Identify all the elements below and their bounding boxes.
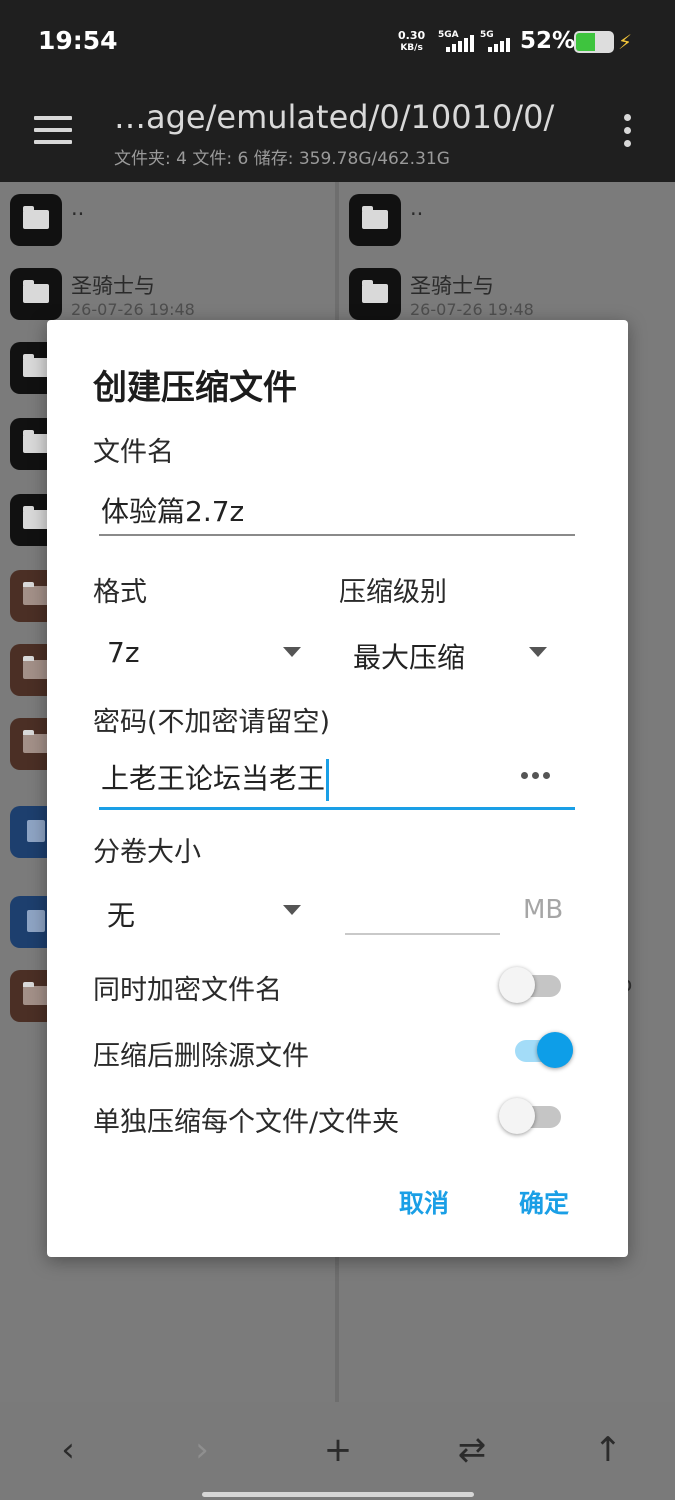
password-text: 上老王论坛当老王 — [101, 762, 326, 795]
format-dropdown-icon[interactable] — [283, 647, 301, 657]
network-speed-value: 0.30 — [398, 29, 426, 42]
password-visibility-icon[interactable] — [521, 772, 550, 779]
password-underline — [99, 807, 575, 810]
battery-icon — [574, 31, 614, 53]
folder-icon — [349, 194, 401, 246]
filename-label: 文件名 — [93, 437, 174, 468]
filename-underline — [99, 534, 575, 536]
status-bar: 19:54 0.30 KB/s 5GA 5G 52% ⚡ — [0, 0, 675, 86]
folder-icon — [10, 194, 62, 246]
file-name: 圣骑士与 — [410, 274, 494, 298]
file-date: 26-07-26 19:48 — [71, 300, 195, 319]
network-speed-unit: KB/s — [400, 43, 423, 53]
gesture-handle — [202, 1492, 474, 1497]
format-label: 格式 — [93, 577, 147, 608]
battery-percent: 52% — [520, 28, 576, 54]
swap-panes-icon[interactable]: ⇄ — [442, 1430, 502, 1470]
split-size-dropdown-icon[interactable] — [283, 905, 301, 915]
ok-button[interactable]: 确定 — [519, 1184, 569, 1220]
menu-icon[interactable] — [34, 116, 72, 144]
filename-input[interactable]: 体验篇2.7z — [101, 490, 244, 530]
cancel-button[interactable]: 取消 — [399, 1184, 449, 1220]
file-name: 圣骑士与 — [71, 274, 155, 298]
split-size-unit: MB — [523, 895, 564, 925]
forward-icon[interactable]: › — [172, 1430, 232, 1470]
file-date: 26-07-26 19:48 — [410, 300, 534, 319]
dialog-title: 创建压缩文件 — [93, 368, 297, 408]
app-toolbar: …age/emulated/0/10010/0/ 文件夹: 4 文件: 6 储存… — [0, 86, 675, 182]
current-path[interactable]: …age/emulated/0/10010/0/ — [114, 98, 554, 136]
separate-archives-toggle[interactable] — [499, 1096, 563, 1136]
password-label: 密码(不加密请留空) — [93, 707, 331, 738]
separate-archives-label: 单独压缩每个文件/文件夹 — [93, 1107, 400, 1138]
file-name: .. — [71, 196, 85, 220]
split-size-select[interactable]: 无 — [107, 894, 135, 934]
delete-source-label: 压缩后删除源文件 — [93, 1041, 309, 1072]
folder-icon — [349, 268, 401, 320]
more-options-icon[interactable] — [624, 114, 634, 154]
encrypt-names-label: 同时加密文件名 — [93, 975, 282, 1006]
compression-level-dropdown-icon[interactable] — [529, 647, 547, 657]
file-name: .. — [410, 196, 424, 220]
add-icon[interactable]: + — [308, 1430, 368, 1470]
encrypt-names-toggle[interactable] — [499, 965, 563, 1005]
compression-level-label: 压缩级别 — [339, 577, 447, 608]
text-cursor — [326, 759, 330, 801]
charging-icon: ⚡ — [618, 30, 633, 54]
split-size-input[interactable] — [345, 933, 500, 935]
password-input[interactable]: 上老王论坛当老王 — [101, 757, 330, 801]
folder-icon — [10, 268, 62, 320]
back-icon[interactable]: ‹ — [38, 1430, 98, 1470]
network-speed: 0.30 KB/s — [398, 30, 425, 54]
compression-level-select[interactable]: 最大压缩 — [353, 636, 465, 676]
path-info: 文件夹: 4 文件: 6 储存: 359.78G/462.31G — [114, 149, 450, 169]
bottom-toolbar: ‹ › + ⇄ ↑ — [0, 1402, 675, 1500]
delete-source-toggle[interactable] — [511, 1030, 575, 1070]
clock: 19:54 — [38, 26, 118, 55]
signal-5g-icon — [488, 34, 510, 52]
format-select[interactable]: 7z — [107, 636, 140, 669]
signal-5ga-icon — [446, 34, 474, 52]
split-size-label: 分卷大小 — [93, 837, 201, 868]
create-archive-dialog: 创建压缩文件 文件名 体验篇2.7z 格式 压缩级别 7z 最大压缩 密码(不加… — [47, 320, 628, 1257]
parent-folder-icon[interactable]: ↑ — [578, 1430, 638, 1470]
